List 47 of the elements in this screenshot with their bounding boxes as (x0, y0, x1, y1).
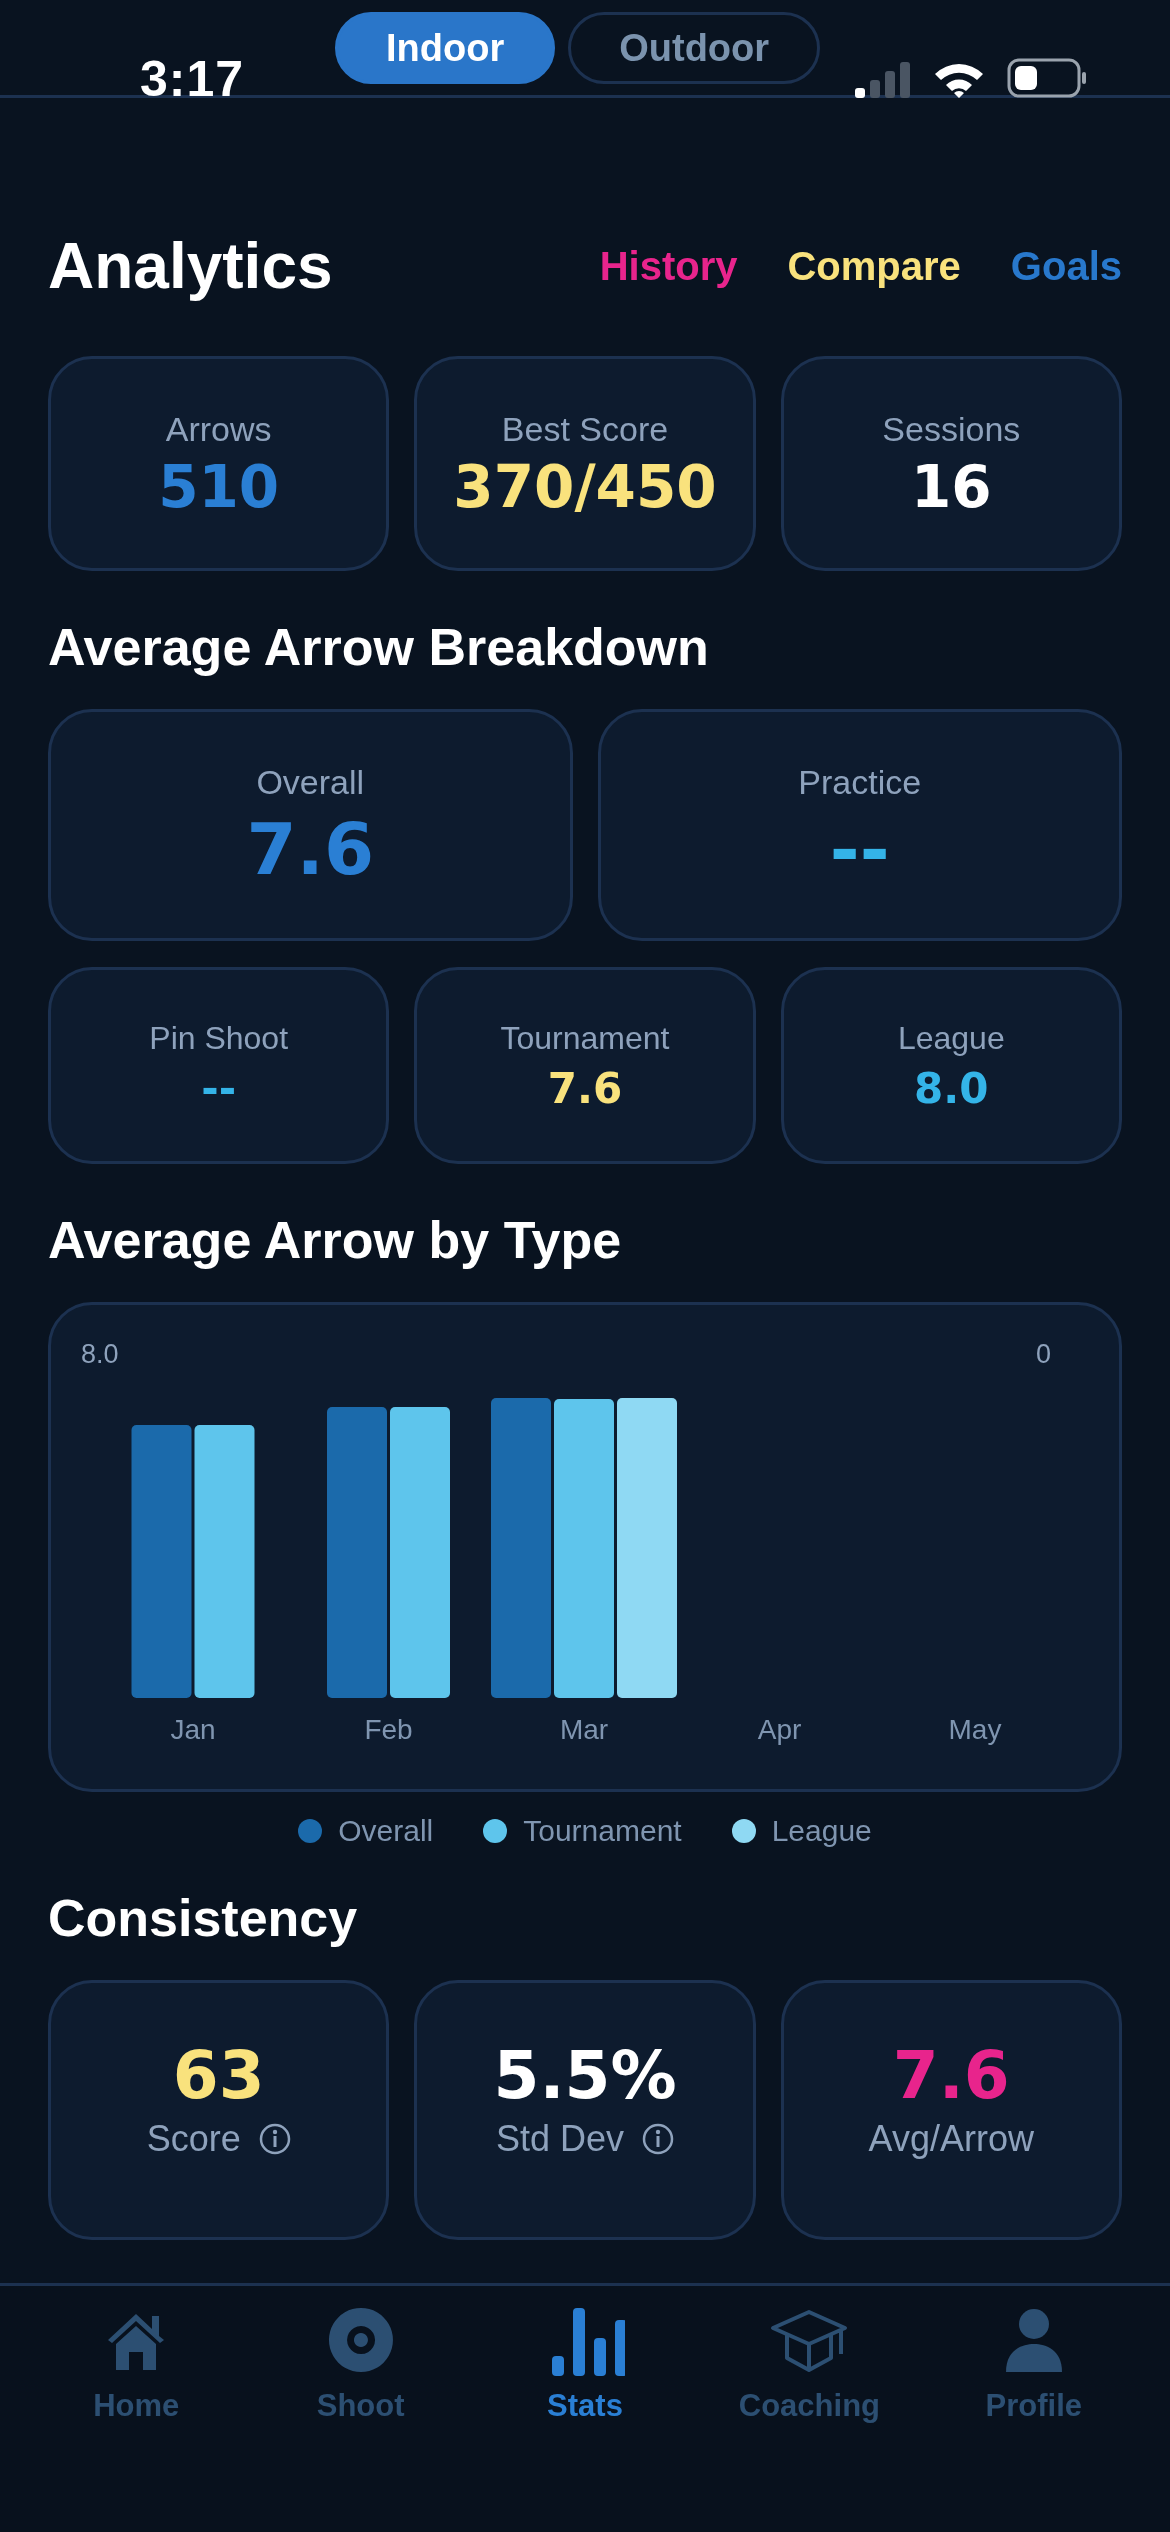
corner-label: 8.0 (81, 1339, 119, 1369)
stat-label: Pin Shoot (149, 1021, 289, 1054)
stat-value: 63 (172, 2043, 265, 2109)
stat-label: Std Dev (495, 2121, 624, 2157)
header-link[interactable]: Compare (787, 243, 961, 289)
legend-label: League (771, 1814, 872, 1848)
stat-label: League (897, 1021, 1005, 1054)
section-title: Consistency (48, 1888, 359, 1948)
stat-value: 7.6 (892, 2043, 1010, 2109)
stat-value: 16 (910, 457, 992, 516)
stat-value: 370/450 (453, 457, 717, 516)
battery-icon (1007, 58, 1087, 98)
section-title: Average Arrow by Type (48, 1210, 623, 1270)
stat-value: -- (829, 813, 890, 885)
stat-value: 5.5% (493, 2043, 677, 2109)
info-icon[interactable] (642, 2123, 674, 2155)
stat-label: Score (146, 2121, 241, 2157)
section-title: Average Arrow Breakdown (48, 617, 710, 677)
stat-value: -- (201, 1067, 237, 1110)
stat-label: Arrows (165, 411, 272, 446)
stat-label: Tournament (500, 1021, 670, 1054)
page-title: Analytics (48, 229, 334, 303)
tab-bar-item[interactable]: Stats (472, 2300, 698, 2532)
status-time: 3:17 (140, 50, 245, 108)
header-link[interactable]: Goals (1010, 243, 1122, 289)
stat-value: 7.6 (547, 1067, 623, 1110)
month-label: Jan (170, 1714, 216, 1745)
legend-label: Tournament (523, 1814, 682, 1848)
stat-label: Avg/Arrow (868, 2121, 1034, 2157)
stat-label: Overall (256, 765, 365, 799)
header-link[interactable]: History (599, 243, 738, 289)
legend-label: Overall (338, 1814, 434, 1848)
month-label: Apr (757, 1714, 802, 1745)
stat-value: 510 (158, 457, 280, 516)
month-label: Feb (364, 1714, 413, 1745)
stat-value: 8.0 (914, 1067, 989, 1110)
signal-icon (855, 62, 911, 98)
corner-label: 0 (1035, 1339, 1051, 1369)
mode-tab[interactable]: Indoor (335, 12, 556, 84)
mode-tab[interactable]: Outdoor (568, 12, 821, 84)
stat-label: Practice (798, 765, 922, 799)
stat-value: 7.6 (246, 813, 374, 885)
month-label: Mar (559, 1714, 609, 1745)
info-icon[interactable] (258, 2123, 291, 2155)
month-label: May (948, 1714, 1002, 1745)
stat-label: Best Score (501, 411, 669, 446)
stat-label: Sessions (882, 411, 1021, 446)
